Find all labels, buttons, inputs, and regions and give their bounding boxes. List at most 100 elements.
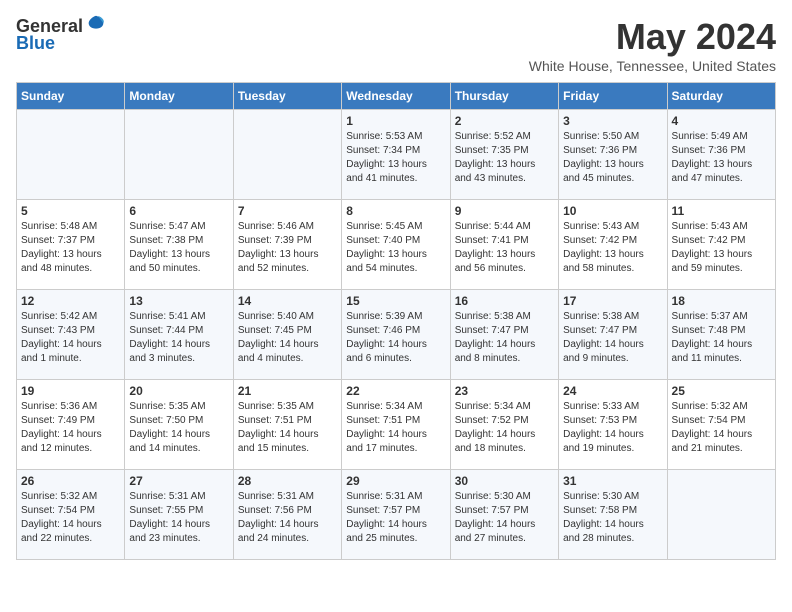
day-info: Sunrise: 5:42 AM Sunset: 7:43 PM Dayligh… [21, 310, 120, 366]
calendar-cell: 22 Sunrise: 5:34 AM Sunset: 7:51 PM Dayli… [342, 380, 450, 470]
calendar-cell: 30 Sunrise: 5:30 AM Sunset: 7:57 PM Dayli… [450, 470, 558, 560]
calendar-week-row: 19Sunrise: 5:36 AM Sunset: 7:49 PM Dayli… [17, 380, 776, 470]
day-number: 16 [455, 294, 554, 308]
calendar-cell: 20 Sunrise: 5:35 AM Sunset: 7:50 PM Dayli… [125, 380, 233, 470]
calendar-cell: 6 Sunrise: 5:47 AM Sunset: 7:38 PM Daylig… [125, 200, 233, 290]
day-info: Sunrise: 5:53 AM Sunset: 7:34 PM Dayligh… [346, 130, 445, 186]
day-number: 6 [129, 204, 228, 218]
day-info: Sunrise: 5:37 AM Sunset: 7:48 PM Dayligh… [672, 310, 771, 366]
header-day-saturday: Saturday [667, 83, 775, 110]
day-number: 7 [238, 204, 337, 218]
header-day-friday: Friday [559, 83, 667, 110]
day-number: 23 [455, 384, 554, 398]
day-number: 20 [129, 384, 228, 398]
calendar-cell: 14Sunrise: 5:40 AM Sunset: 7:45 PM Dayli… [233, 290, 341, 380]
day-info: Sunrise: 5:34 AM Sunset: 7:51 PM Dayligh… [346, 400, 445, 456]
day-number: 19 [21, 384, 120, 398]
day-number: 17 [563, 294, 662, 308]
calendar-cell: 21Sunrise: 5:35 AM Sunset: 7:51 PM Dayli… [233, 380, 341, 470]
calendar-cell: 17 Sunrise: 5:38 AM Sunset: 7:47 PM Dayli… [559, 290, 667, 380]
calendar-cell [667, 470, 775, 560]
calendar-header-row: SundayMondayTuesdayWednesdayThursdayFrid… [17, 83, 776, 110]
header-day-thursday: Thursday [450, 83, 558, 110]
logo-blue-text: Blue [16, 33, 55, 54]
day-info: Sunrise: 5:32 AM Sunset: 7:54 PM Dayligh… [672, 400, 771, 456]
calendar-cell [233, 110, 341, 200]
day-info: Sunrise: 5:46 AM Sunset: 7:39 PM Dayligh… [238, 220, 337, 276]
day-number: 31 [563, 474, 662, 488]
day-number: 12 [21, 294, 120, 308]
day-info: Sunrise: 5:31 AM Sunset: 7:55 PM Dayligh… [129, 490, 228, 546]
day-number: 14 [238, 294, 337, 308]
calendar-cell: 3 Sunrise: 5:50 AM Sunset: 7:36 PM Daylig… [559, 110, 667, 200]
day-info: Sunrise: 5:34 AM Sunset: 7:52 PM Dayligh… [455, 400, 554, 456]
calendar-cell: 26Sunrise: 5:32 AM Sunset: 7:54 PM Dayli… [17, 470, 125, 560]
day-info: Sunrise: 5:48 AM Sunset: 7:37 PM Dayligh… [21, 220, 120, 276]
calendar-week-row: 1Sunrise: 5:53 AM Sunset: 7:34 PM Daylig… [17, 110, 776, 200]
calendar-cell [17, 110, 125, 200]
calendar-cell: 2 Sunrise: 5:52 AM Sunset: 7:35 PM Daylig… [450, 110, 558, 200]
day-number: 30 [455, 474, 554, 488]
day-number: 5 [21, 204, 120, 218]
day-info: Sunrise: 5:41 AM Sunset: 7:44 PM Dayligh… [129, 310, 228, 366]
day-number: 9 [455, 204, 554, 218]
day-number: 2 [455, 114, 554, 128]
day-info: Sunrise: 5:38 AM Sunset: 7:47 PM Dayligh… [563, 310, 662, 366]
day-number: 18 [672, 294, 771, 308]
day-info: Sunrise: 5:31 AM Sunset: 7:57 PM Dayligh… [346, 490, 445, 546]
day-info: Sunrise: 5:30 AM Sunset: 7:57 PM Dayligh… [455, 490, 554, 546]
calendar-cell: 15 Sunrise: 5:39 AM Sunset: 7:46 PM Dayli… [342, 290, 450, 380]
calendar-cell: 29 Sunrise: 5:31 AM Sunset: 7:57 PM Dayli… [342, 470, 450, 560]
day-number: 22 [346, 384, 445, 398]
day-info: Sunrise: 5:31 AM Sunset: 7:56 PM Dayligh… [238, 490, 337, 546]
title-block: May 2024 White House, Tennessee, United … [529, 16, 776, 74]
page-header: General Blue May 2024 White House, Tenne… [16, 16, 776, 74]
day-number: 11 [672, 204, 771, 218]
header-day-tuesday: Tuesday [233, 83, 341, 110]
calendar-cell: 13 Sunrise: 5:41 AM Sunset: 7:44 PM Dayli… [125, 290, 233, 380]
day-info: Sunrise: 5:45 AM Sunset: 7:40 PM Dayligh… [346, 220, 445, 276]
day-number: 27 [129, 474, 228, 488]
location: White House, Tennessee, United States [529, 58, 776, 74]
calendar-cell: 9Sunrise: 5:44 AM Sunset: 7:41 PM Daylig… [450, 200, 558, 290]
calendar-cell: 19Sunrise: 5:36 AM Sunset: 7:49 PM Dayli… [17, 380, 125, 470]
day-number: 28 [238, 474, 337, 488]
day-number: 15 [346, 294, 445, 308]
calendar-week-row: 26Sunrise: 5:32 AM Sunset: 7:54 PM Dayli… [17, 470, 776, 560]
calendar-cell: 24 Sunrise: 5:33 AM Sunset: 7:53 PM Dayli… [559, 380, 667, 470]
calendar-table: SundayMondayTuesdayWednesdayThursdayFrid… [16, 82, 776, 560]
day-number: 8 [346, 204, 445, 218]
day-number: 24 [563, 384, 662, 398]
header-day-wednesday: Wednesday [342, 83, 450, 110]
day-number: 25 [672, 384, 771, 398]
day-info: Sunrise: 5:50 AM Sunset: 7:36 PM Dayligh… [563, 130, 662, 186]
calendar-cell: 25 Sunrise: 5:32 AM Sunset: 7:54 PM Dayli… [667, 380, 775, 470]
month-year: May 2024 [529, 16, 776, 58]
calendar-cell: 23 Sunrise: 5:34 AM Sunset: 7:52 PM Dayli… [450, 380, 558, 470]
calendar-cell: 16Sunrise: 5:38 AM Sunset: 7:47 PM Dayli… [450, 290, 558, 380]
calendar-cell: 31 Sunrise: 5:30 AM Sunset: 7:58 PM Dayli… [559, 470, 667, 560]
calendar-cell: 10 Sunrise: 5:43 AM Sunset: 7:42 PM Dayli… [559, 200, 667, 290]
day-info: Sunrise: 5:33 AM Sunset: 7:53 PM Dayligh… [563, 400, 662, 456]
header-day-monday: Monday [125, 83, 233, 110]
day-number: 29 [346, 474, 445, 488]
calendar-cell [125, 110, 233, 200]
day-number: 3 [563, 114, 662, 128]
calendar-cell: 11Sunrise: 5:43 AM Sunset: 7:42 PM Dayli… [667, 200, 775, 290]
day-info: Sunrise: 5:43 AM Sunset: 7:42 PM Dayligh… [563, 220, 662, 276]
calendar-cell: 1Sunrise: 5:53 AM Sunset: 7:34 PM Daylig… [342, 110, 450, 200]
day-info: Sunrise: 5:47 AM Sunset: 7:38 PM Dayligh… [129, 220, 228, 276]
day-number: 13 [129, 294, 228, 308]
logo: General Blue [16, 16, 107, 54]
calendar-week-row: 12 Sunrise: 5:42 AM Sunset: 7:43 PM Dayli… [17, 290, 776, 380]
calendar-cell: 12 Sunrise: 5:42 AM Sunset: 7:43 PM Dayli… [17, 290, 125, 380]
logo-bird-icon [85, 14, 107, 36]
day-info: Sunrise: 5:39 AM Sunset: 7:46 PM Dayligh… [346, 310, 445, 366]
day-number: 10 [563, 204, 662, 218]
day-info: Sunrise: 5:30 AM Sunset: 7:58 PM Dayligh… [563, 490, 662, 546]
day-info: Sunrise: 5:52 AM Sunset: 7:35 PM Dayligh… [455, 130, 554, 186]
day-number: 4 [672, 114, 771, 128]
day-info: Sunrise: 5:35 AM Sunset: 7:51 PM Dayligh… [238, 400, 337, 456]
day-info: Sunrise: 5:49 AM Sunset: 7:36 PM Dayligh… [672, 130, 771, 186]
day-info: Sunrise: 5:35 AM Sunset: 7:50 PM Dayligh… [129, 400, 228, 456]
